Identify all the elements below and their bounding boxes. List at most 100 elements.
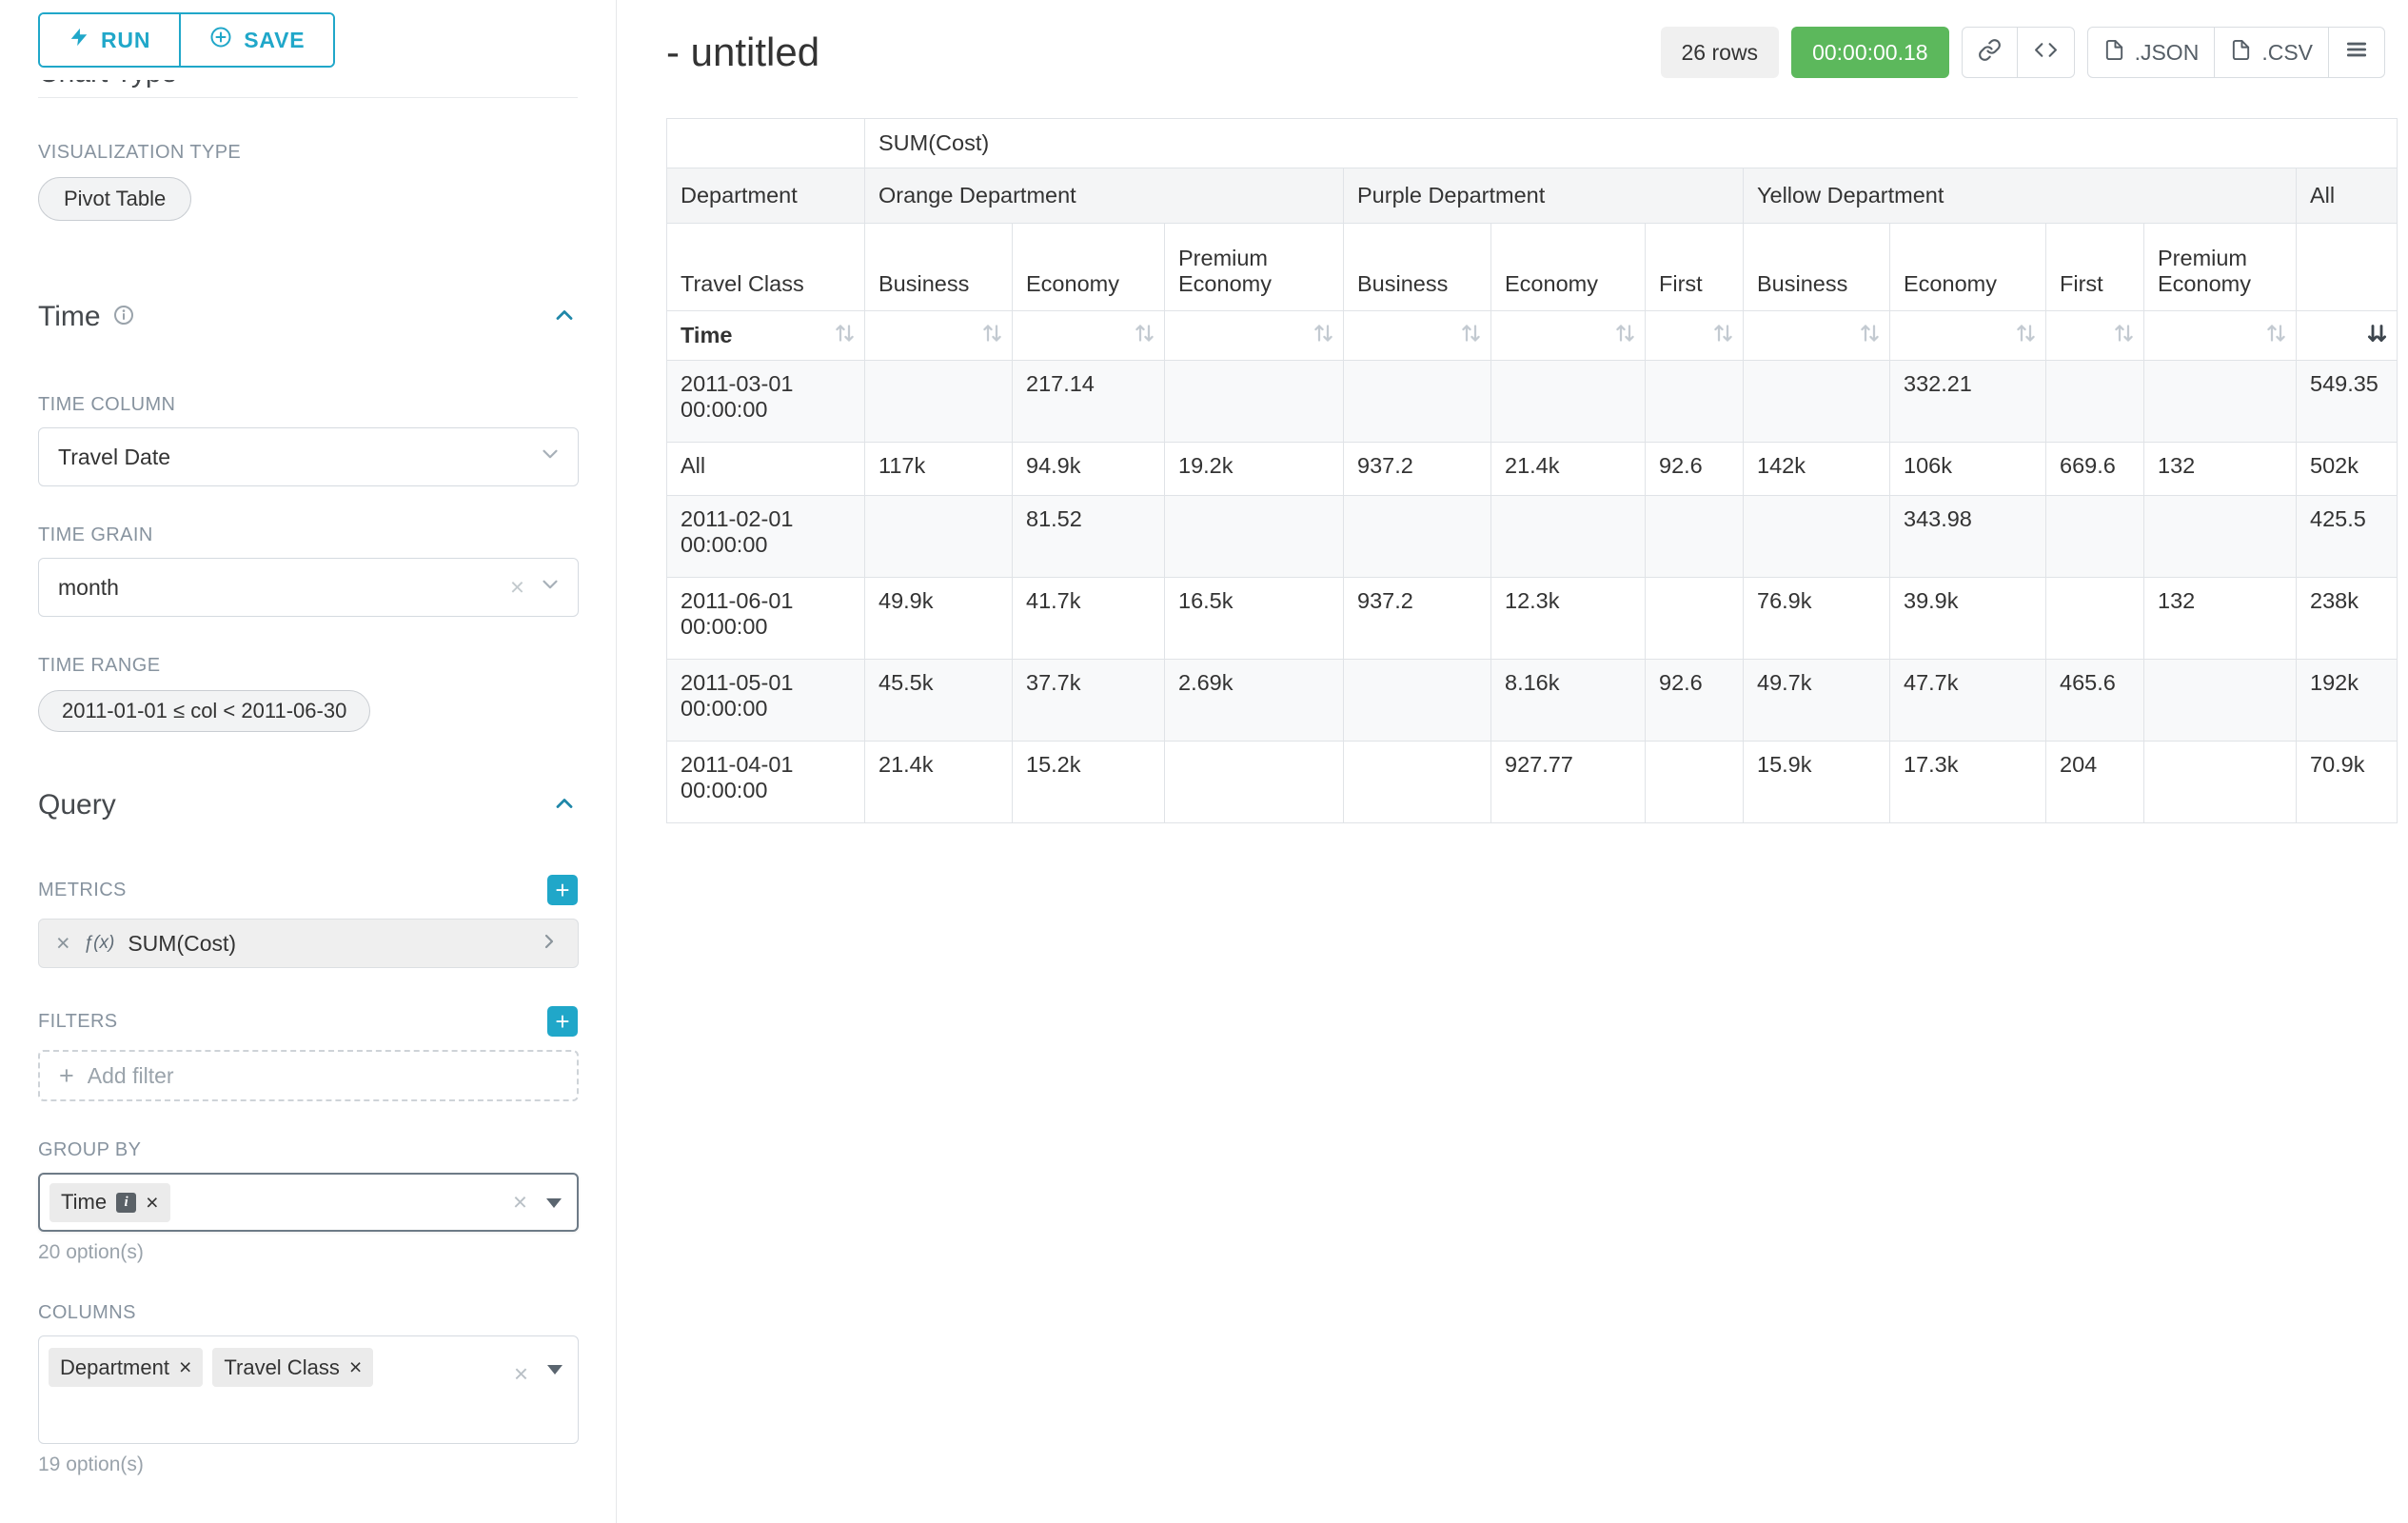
pivot-cell <box>2144 361 2297 443</box>
add-metric-button[interactable]: + <box>547 875 578 905</box>
group-by-tag[interactable]: Time i × <box>49 1183 170 1222</box>
pivot-row-header: 2011-02-01 00:00:00 <box>667 496 865 578</box>
sort-arrows-icon[interactable] <box>2266 322 2286 350</box>
pivot-sort-header[interactable] <box>2046 311 2144 361</box>
save-button-label: SAVE <box>244 28 305 53</box>
pivot-time-label[interactable]: Time <box>667 311 865 361</box>
add-filter-plus-button[interactable]: + <box>547 1006 578 1037</box>
remove-tag-icon[interactable]: × <box>349 1355 362 1380</box>
time-section-header[interactable]: Time <box>38 301 578 333</box>
pivot-cell: 15.9k <box>1744 742 1890 823</box>
remove-metric-icon[interactable]: × <box>56 930 70 958</box>
pivot-row-header: 2011-05-01 00:00:00 <box>667 660 865 742</box>
pivot-sort-header[interactable] <box>2144 311 2297 361</box>
pivot-cell: 15.2k <box>1013 742 1165 823</box>
viz-type-pill[interactable]: Pivot Table <box>38 177 191 221</box>
chevron-down-icon <box>538 572 563 603</box>
pivot-cell: 49.7k <box>1744 660 1890 742</box>
sort-arrows-icon[interactable] <box>982 322 1002 350</box>
pivot-table-container: SUM(Cost)DepartmentOrange DepartmentPurp… <box>666 118 2385 823</box>
sort-arrows-icon[interactable] <box>835 322 855 350</box>
sort-arrows-icon[interactable] <box>1713 322 1733 350</box>
remove-tag-icon[interactable]: × <box>146 1190 158 1216</box>
pivot-sort-header[interactable] <box>1646 311 1744 361</box>
pivot-sort-header[interactable] <box>2297 311 2398 361</box>
chevron-up-icon[interactable] <box>551 302 578 333</box>
pivot-cell <box>1165 361 1344 443</box>
pivot-row: 2011-03-01 00:00:00217.14332.21549.35 <box>667 361 2398 443</box>
clear-icon[interactable]: × <box>510 573 524 603</box>
pivot-cell: 76.9k <box>1744 578 1890 660</box>
pivot-cell: 142k <box>1744 443 1890 496</box>
pivot-row: 2011-05-01 00:00:0045.5k37.7k2.69k8.16k9… <box>667 660 2398 742</box>
save-button[interactable]: SAVE <box>181 14 333 66</box>
pivot-cell: 12.3k <box>1491 578 1646 660</box>
sort-arrows-icon[interactable] <box>1313 322 1333 350</box>
share-button-group <box>1962 27 2075 78</box>
export-csv-button[interactable]: .CSV <box>2214 27 2329 78</box>
export-json-button[interactable]: .JSON <box>2087 27 2216 78</box>
query-timer-badge: 00:00:00.18 <box>1791 27 1949 78</box>
remove-tag-icon[interactable]: × <box>179 1355 191 1380</box>
fx-icon: ƒ(x) <box>84 933 115 954</box>
chart-header: - untitled 26 rows 00:00:00.18 <box>617 0 2408 78</box>
time-range-label: TIME RANGE <box>38 655 578 677</box>
chevron-up-icon[interactable] <box>551 790 578 821</box>
share-link-button[interactable] <box>1962 27 2018 78</box>
time-grain-select[interactable]: month × <box>38 558 579 617</box>
pivot-sort-header[interactable] <box>1013 311 1165 361</box>
chart-title[interactable]: - untitled <box>666 30 819 75</box>
pivot-cell: 502k <box>2297 443 2398 496</box>
link-icon <box>1978 38 2002 68</box>
sort-arrows-icon[interactable] <box>1135 322 1155 350</box>
clear-icon[interactable]: × <box>514 1359 528 1389</box>
time-column-select[interactable]: Travel Date <box>38 427 579 486</box>
hamburger-icon <box>2344 37 2369 68</box>
pivot-cell <box>2046 578 2144 660</box>
columns-tag[interactable]: Travel Class × <box>212 1348 373 1387</box>
control-panel-scroll[interactable]: Chart Type VISUALIZATION TYPE Pivot Tabl… <box>0 0 616 1523</box>
pivot-sort-header[interactable] <box>1491 311 1646 361</box>
pivot-sort-header[interactable] <box>1344 311 1491 361</box>
pivot-sort-header[interactable] <box>1165 311 1344 361</box>
pivot-cell: 2.69k <box>1165 660 1344 742</box>
sort-arrows-icon[interactable] <box>1615 322 1635 350</box>
pivot-class-header: First <box>1646 224 1744 311</box>
columns-select[interactable]: Department × Travel Class × × <box>38 1335 579 1444</box>
metric-chip[interactable]: × ƒ(x) SUM(Cost) <box>38 919 579 968</box>
pivot-department-row: DepartmentOrange DepartmentPurple Depart… <box>667 168 2398 224</box>
clear-icon[interactable]: × <box>513 1188 527 1217</box>
pivot-sort-header[interactable] <box>1890 311 2046 361</box>
chevron-right-icon[interactable] <box>538 930 561 958</box>
filters-row: FILTERS + <box>38 1006 578 1037</box>
pivot-cell: 47.7k <box>1890 660 2046 742</box>
pivot-sort-header[interactable] <box>1744 311 1890 361</box>
pivot-sort-header[interactable] <box>865 311 1013 361</box>
sort-arrows-icon[interactable] <box>2114 322 2134 350</box>
more-options-button[interactable] <box>2328 27 2385 78</box>
pivot-class-header: Premium Economy <box>2144 224 2297 311</box>
query-section-header[interactable]: Query <box>38 789 578 821</box>
caret-down-icon <box>546 1198 562 1208</box>
embed-code-button[interactable] <box>2017 27 2075 78</box>
pivot-row: 2011-06-01 00:00:0049.9k41.7k16.5k937.21… <box>667 578 2398 660</box>
add-filter-button[interactable]: + Add filter <box>38 1050 579 1101</box>
sort-arrows-icon[interactable] <box>2367 322 2387 350</box>
pivot-cell: 39.9k <box>1890 578 2046 660</box>
time-grain-value: month <box>58 575 119 601</box>
columns-tag[interactable]: Department × <box>49 1348 203 1387</box>
sort-arrows-icon[interactable] <box>1860 322 1880 350</box>
pivot-sort-row: Time <box>667 311 2398 361</box>
pivot-department-header: Yellow Department <box>1744 168 2297 224</box>
pivot-cell: 937.2 <box>1344 578 1491 660</box>
sort-arrows-icon[interactable] <box>2016 322 2036 350</box>
time-grain-label: TIME GRAIN <box>38 524 578 546</box>
time-range-pill[interactable]: 2011-01-01 ≤ col < 2011-06-30 <box>38 690 370 732</box>
columns-tag-label: Travel Class <box>224 1355 339 1380</box>
pivot-cell <box>1744 496 1890 578</box>
group-by-select[interactable]: Time i × × <box>38 1173 579 1232</box>
export-json-label: .JSON <box>2135 40 2200 66</box>
pivot-cell <box>2144 660 2297 742</box>
run-button[interactable]: RUN <box>40 14 181 66</box>
sort-arrows-icon[interactable] <box>1461 322 1481 350</box>
